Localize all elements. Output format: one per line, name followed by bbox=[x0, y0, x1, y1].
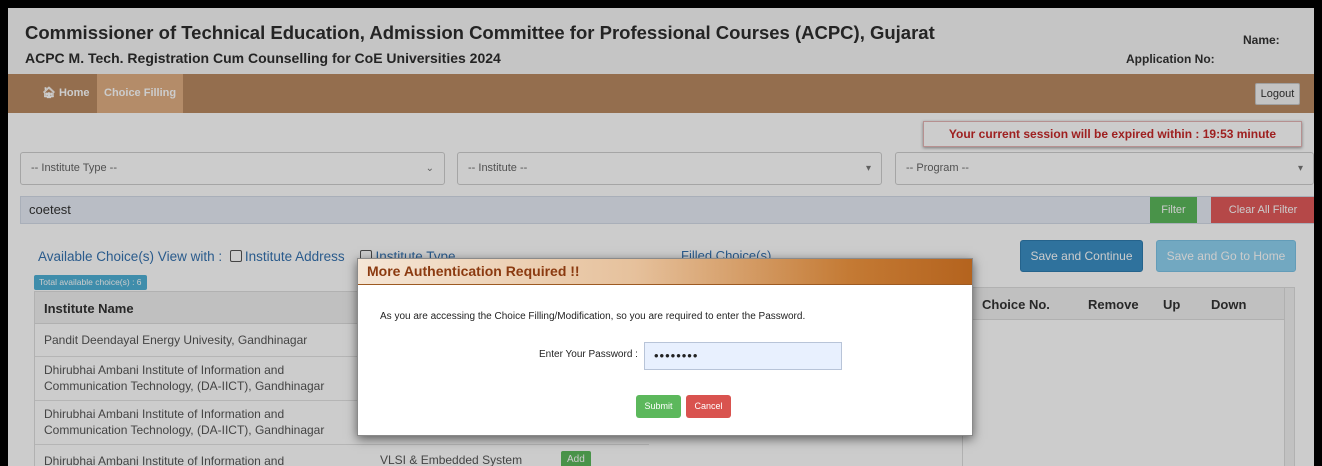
password-label: Enter Your Password : bbox=[539, 349, 638, 360]
dialog-message: As you are accessing the Choice Filling/… bbox=[380, 311, 806, 322]
dialog-header: More Authentication Required !! bbox=[358, 259, 972, 285]
dialog-title: More Authentication Required !! bbox=[367, 263, 580, 279]
browser-page: Commissioner of Technical Education, Adm… bbox=[8, 8, 1314, 466]
cancel-button[interactable]: Cancel bbox=[686, 395, 731, 418]
authentication-dialog: More Authentication Required !! As you a… bbox=[357, 258, 973, 436]
submit-button[interactable]: Submit bbox=[636, 395, 681, 418]
password-input[interactable]: •••••••• bbox=[644, 342, 842, 370]
